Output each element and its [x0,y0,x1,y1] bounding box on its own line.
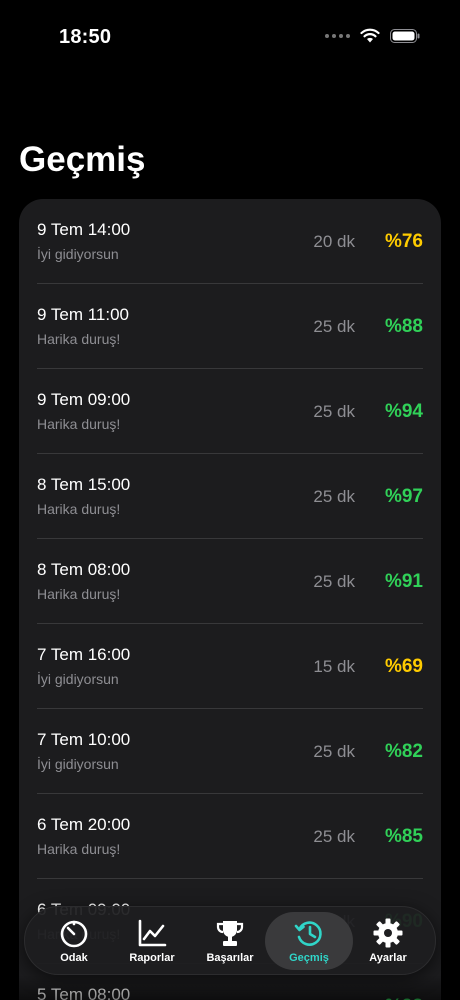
history-row[interactable]: 8 Tem 15:00 Harika duruş! 25 dk %97 [37,454,423,539]
session-datetime: 9 Tem 11:00 [37,305,129,324]
session-datetime: 8 Tem 15:00 [37,475,131,494]
session-message: İyi gidiyorsun [37,246,119,262]
session-message: Harika duruş! [37,331,121,347]
session-duration: 15 dk [313,657,355,676]
session-duration: 25 dk [313,827,355,846]
trophy-icon [216,921,244,946]
history-row[interactable]: 9 Tem 09:00 Harika duruş! 25 dk %94 [37,369,423,454]
tab-basarilar[interactable]: Başarılar [189,907,271,976]
session-duration: 25 dk [313,487,355,506]
session-message: Harika duruş! [37,841,121,857]
tab-label: Başarılar [206,952,254,964]
session-score: %91 [384,571,423,592]
session-datetime: 7 Tem 16:00 [37,645,131,664]
session-message: Harika duruş! [37,416,121,432]
tab-odak[interactable]: Odak [33,907,115,976]
status-bar: 18:50 [0,0,460,60]
session-score: %97 [384,486,423,507]
gear-icon [373,918,403,948]
session-datetime: 9 Tem 14:00 [37,220,131,239]
session-datetime: 9 Tem 09:00 [37,390,131,409]
session-score: %69 [384,656,423,677]
session-datetime: 6 Tem 20:00 [37,815,131,834]
status-time: 18:50 [59,26,112,48]
chart-line-icon [138,919,167,947]
session-score: %76 [384,231,423,252]
session-datetime: 7 Tem 10:00 [37,730,131,749]
session-duration: 25 dk [313,742,355,761]
tab-ayarlar[interactable]: Ayarlar [347,907,429,976]
bottom-fade [19,975,441,1000]
session-score: %82 [384,741,423,762]
tab-gecmis[interactable]: Geçmiş [268,907,350,976]
history-card[interactable]: 9 Tem 14:00 İyi gidiyorsun 20 dk %76 9 Tem 1… [19,199,441,1000]
session-score: %85 [384,826,423,847]
history-row[interactable]: 8 Tem 08:00 Harika duruş! 25 dk %91 [37,539,423,624]
history-row[interactable]: 7 Tem 10:00 İyi gidiyorsun 25 dk %82 [37,709,423,794]
status-icons [325,28,420,43]
tab-label: Geçmiş [289,952,329,964]
history-row[interactable]: 9 Tem 14:00 İyi gidiyorsun 20 dk %76 [37,199,423,284]
cellular-signal-icon [325,33,350,38]
page-title: Geçmiş [19,140,146,179]
history-icon [294,921,322,946]
battery-icon [390,28,420,43]
timer-icon [60,920,88,948]
wifi-icon [360,28,380,43]
session-score: %94 [384,401,423,422]
session-duration: 20 dk [313,232,355,251]
session-message: Harika duruş! [37,586,121,602]
session-message: İyi gidiyorsun [37,756,119,772]
tab-bar: Odak Raporlar Başarılar Geçmiş Ayarlar [24,906,436,975]
tab-label: Raporlar [129,952,175,964]
session-duration: 25 dk [313,572,355,591]
session-message: Harika duruş! [37,501,121,517]
history-row[interactable]: 6 Tem 20:00 Harika duruş! 25 dk %85 [37,794,423,879]
tab-label: Odak [60,952,88,964]
session-message: İyi gidiyorsun [37,671,119,687]
history-list[interactable]: 9 Tem 14:00 İyi gidiyorsun 20 dk %76 9 Tem 1… [37,199,423,1000]
session-datetime: 8 Tem 08:00 [37,560,131,579]
session-duration: 25 dk [313,402,355,421]
history-row[interactable]: 9 Tem 11:00 Harika duruş! 25 dk %88 [37,284,423,369]
tab-label: Ayarlar [369,952,407,964]
tab-raporlar[interactable]: Raporlar [111,907,193,976]
history-row[interactable]: 7 Tem 16:00 İyi gidiyorsun 15 dk %69 [37,624,423,709]
session-score: %88 [384,316,423,337]
session-duration: 25 dk [313,317,355,336]
